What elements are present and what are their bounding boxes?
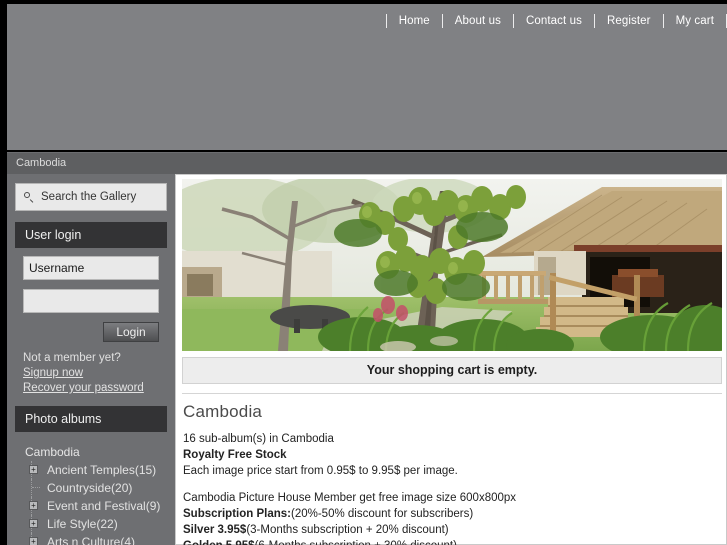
silver-plan-line: Silver 3.95$(3-Months subscription + 20%… xyxy=(183,522,721,538)
breadcrumb[interactable]: Cambodia xyxy=(16,157,66,169)
subscription-plans-label: Subscription Plans: xyxy=(183,508,291,520)
expander-icon[interactable]: + xyxy=(29,537,38,545)
photo-albums-panel-title: Photo albums xyxy=(15,406,167,432)
tree-dash xyxy=(32,487,40,489)
username-field[interactable] xyxy=(23,256,159,280)
main-content: Your shopping cart is empty. Cambodia 16… xyxy=(175,174,727,545)
album-item-label: Countryside(20) xyxy=(47,481,133,495)
page-root: Home About us Contact us Register My car… xyxy=(0,0,727,545)
album-item-arts-n-culture[interactable]: + Arts n Culture(4) xyxy=(29,533,159,545)
album-info: Cambodia 16 sub-album(s) in Cambodia Roy… xyxy=(183,402,721,545)
album-item-countryside[interactable]: Countryside(20) xyxy=(29,479,159,497)
page-title: Cambodia xyxy=(183,402,263,421)
content-divider xyxy=(182,393,722,394)
nav-separator xyxy=(662,14,664,28)
nav-separator xyxy=(512,14,514,28)
search-placeholder: Search the Gallery xyxy=(41,191,137,203)
search-icon xyxy=(24,191,35,203)
album-item-label: Ancient Temples(15) xyxy=(47,463,157,477)
album-item-label: Event and Festival(9) xyxy=(47,499,161,513)
price-range-line: Each image price start from 0.95$ to 9.9… xyxy=(183,465,458,477)
login-button[interactable]: Login xyxy=(103,322,159,342)
nav-contact-us[interactable]: Contact us xyxy=(514,10,594,32)
expander-icon[interactable]: + xyxy=(29,465,38,474)
album-item-life-style[interactable]: + Life Style(22) xyxy=(29,515,159,533)
user-login-panel: User login Login Not a member yet? Signu… xyxy=(15,222,167,402)
nav-separator xyxy=(441,14,443,28)
expander-icon[interactable]: + xyxy=(29,519,38,528)
top-navigation: Home About us Contact us Register My car… xyxy=(385,10,727,32)
member-hint: Not a member yet? xyxy=(23,352,121,364)
nav-my-cart[interactable]: My cart xyxy=(664,10,726,32)
password-field[interactable] xyxy=(23,289,159,313)
breadcrumb-bar: Cambodia xyxy=(7,152,727,175)
nav-about-us[interactable]: About us xyxy=(443,10,513,32)
golden-plan-detail: (6-Months subscription + 30% discount) xyxy=(255,540,457,545)
user-login-panel-title: User login xyxy=(15,222,167,248)
golden-plan-label: Golden 5.95$ xyxy=(183,540,255,545)
photo-albums-panel: Photo albums Cambodia + Ancient Temples(… xyxy=(15,406,167,545)
nav-separator xyxy=(593,14,595,28)
nav-home[interactable]: Home xyxy=(387,10,442,32)
login-button-row: Login xyxy=(23,322,159,342)
user-login-panel-body: Login Not a member yet? Signup now Recov… xyxy=(15,248,167,402)
album-item-label: Life Style(22) xyxy=(47,517,118,531)
cart-status-bar: Your shopping cart is empty. xyxy=(182,357,722,384)
search-input[interactable]: Search the Gallery xyxy=(15,183,167,211)
member-free-size-line: Cambodia Picture House Member get free i… xyxy=(183,492,517,504)
photo-albums-panel-body: Cambodia + Ancient Temples(15) Countrysi… xyxy=(15,432,167,545)
silver-plan-detail: (3-Months subscription + 20% discount) xyxy=(246,524,449,536)
subscription-plans-detail: (20%-50% discount for subscribers) xyxy=(291,508,474,520)
album-item-event-and-festival[interactable]: + Event and Festival(9) xyxy=(29,497,161,515)
page-body: Search the Gallery User login Login Not … xyxy=(7,174,727,545)
golden-plan-line: Golden 5.95$(6-Months subscription + 30%… xyxy=(183,538,721,545)
silver-plan-label: Silver 3.95$ xyxy=(183,524,247,536)
site-header-banner: Home About us Contact us Register My car… xyxy=(7,4,727,150)
signup-link[interactable]: Signup now xyxy=(23,366,159,381)
recover-password-link[interactable]: Recover your password xyxy=(23,381,159,396)
album-banner-image[interactable] xyxy=(182,179,722,351)
album-item-ancient-temples[interactable]: + Ancient Temples(15) xyxy=(29,461,159,479)
text-spacer xyxy=(183,479,721,490)
subscription-plans-line: Subscription Plans:(20%-50% discount for… xyxy=(183,506,721,522)
expander-icon[interactable]: + xyxy=(29,501,38,510)
sidebar: Search the Gallery User login Login Not … xyxy=(7,174,175,545)
royalty-free-label: Royalty Free Stock xyxy=(183,449,287,461)
album-root-label[interactable]: Cambodia xyxy=(23,440,159,461)
nav-separator xyxy=(385,14,387,28)
album-tree: + Ancient Temples(15) Countryside(20) + … xyxy=(23,461,161,545)
nav-register[interactable]: Register xyxy=(595,10,663,32)
album-item-label: Arts n Culture(4) xyxy=(47,535,136,545)
subalbum-count: 16 sub-album(s) in Cambodia xyxy=(183,433,334,445)
